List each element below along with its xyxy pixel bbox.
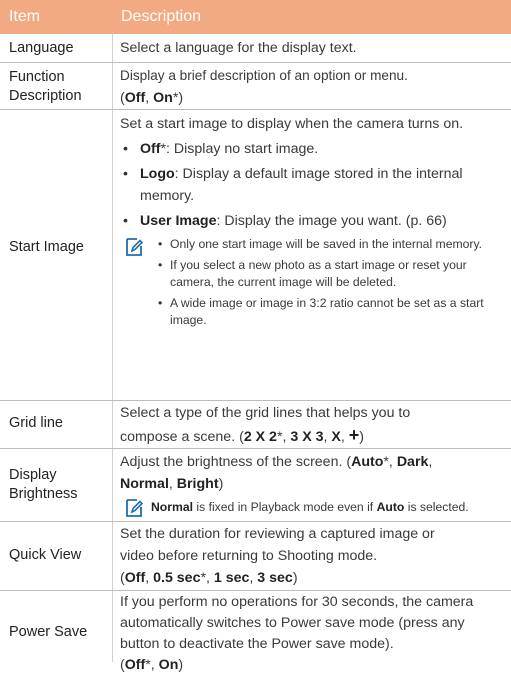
desc-display-brightness: Adjust the brightness of the screen. (Au… [120,451,505,517]
desc-grid-line: Select a type of the grid lines that hel… [120,405,411,445]
table-row: Language Select a language for the displ… [0,34,511,63]
table-row: Quick View Set the duration for reviewin… [0,522,511,591]
list-item: User Image: Display the image you want. … [120,210,505,232]
desc-language: Select a language for the display text. [120,40,357,56]
list-item: Logo: Display a default image stored in … [120,163,505,207]
header-item: Item [9,8,41,25]
item-quick-view: Quick View [9,547,82,563]
item-function-description: Function Description [9,69,82,104]
table-row: Start Image Set a start image to display… [0,110,511,401]
note-box: Normal is fixed in Playback mode even if… [120,499,505,517]
note-item: A wide image or image in 3:2 ratio canno… [156,295,505,330]
table-row: Function Description Display a brief des… [0,63,511,110]
item-grid-line: Grid line [9,415,63,431]
table-row: Power Save If you perform no operations … [0,591,511,673]
header-description: Description [121,8,202,25]
note-box: Only one start image will be saved in th… [120,236,505,330]
table-row: Display Brightness Adjust the brightness… [0,449,511,522]
note-pencil-icon [126,499,144,517]
item-language: Language [9,40,74,56]
desc-quick-view: Set the duration for reviewing a capture… [120,526,435,586]
table-header: Item Description [0,0,511,34]
list-item: Off*: Display no start image. [120,138,505,160]
note-pencil-icon [126,238,144,256]
desc-power-save: If you perform no operations for 30 seco… [120,594,474,673]
table-row: Grid line Select a type of the grid line… [0,401,511,449]
note-item: If you select a new photo as a start ima… [156,257,505,292]
item-start-image: Start Image [9,239,84,255]
note-item: Only one start image will be saved in th… [156,236,505,254]
desc-start-image: Set a start image to display when the ca… [120,113,505,330]
item-power-save: Power Save [9,624,88,640]
item-display-brightness: Display Brightness [9,467,78,502]
desc-function-description: Display a brief description of an option… [120,68,408,106]
